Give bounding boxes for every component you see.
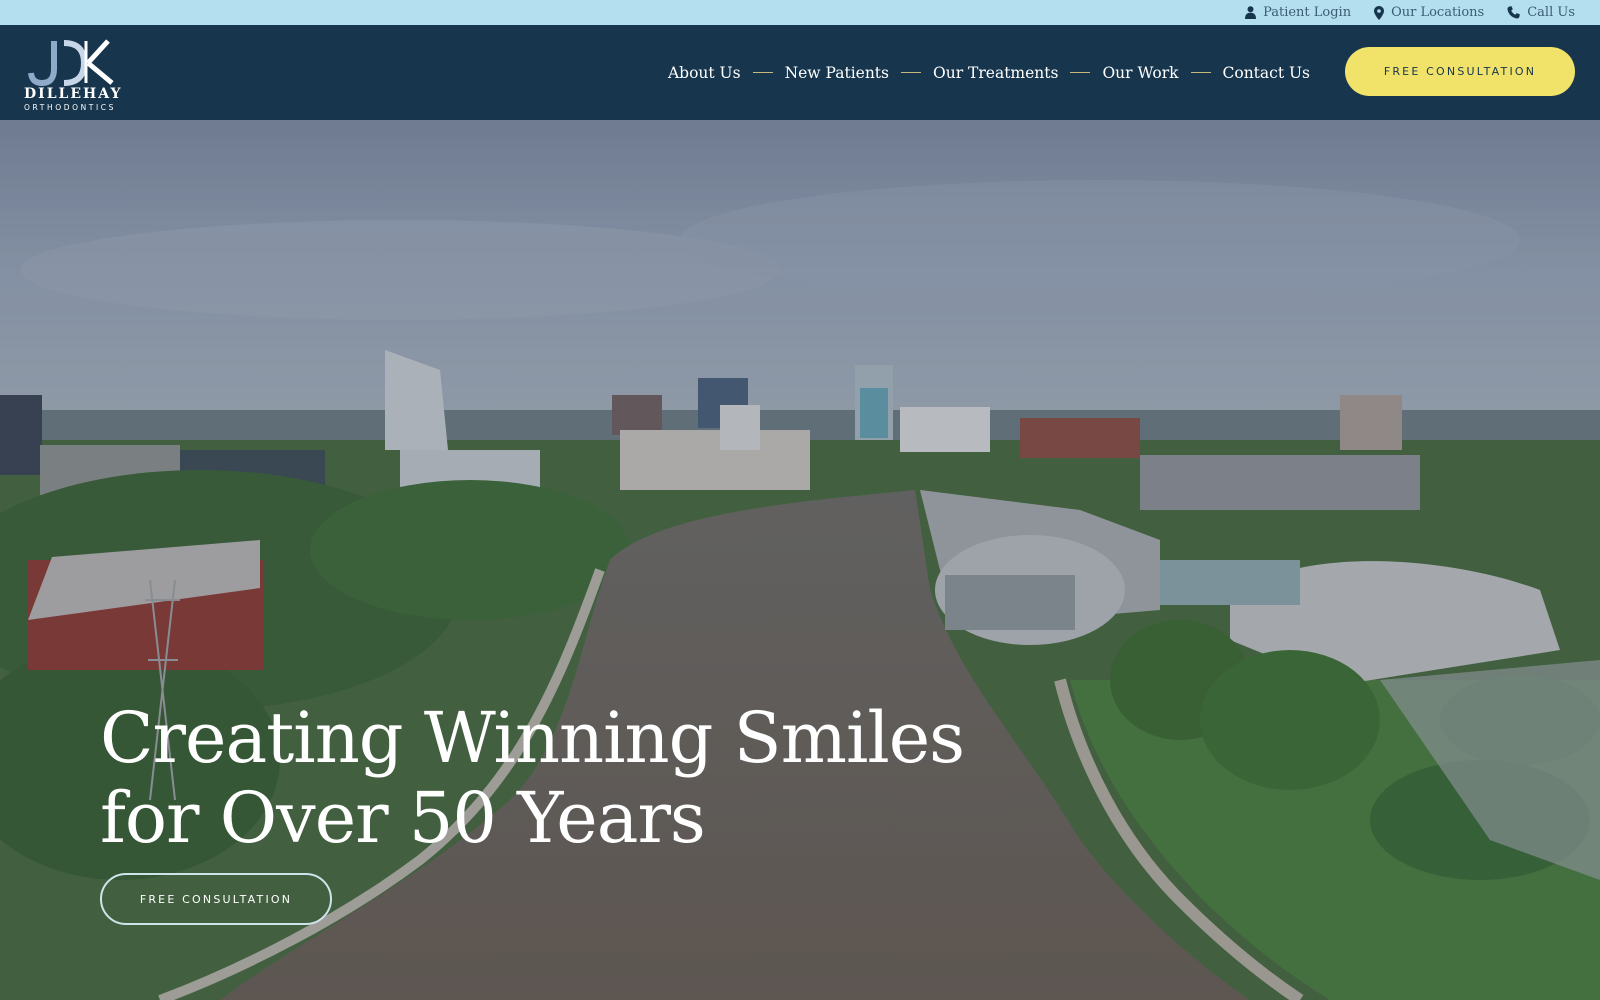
our-locations-label: Our Locations bbox=[1391, 5, 1485, 20]
nav-separator bbox=[901, 72, 921, 73]
user-icon bbox=[1245, 6, 1257, 19]
phone-icon bbox=[1507, 6, 1521, 19]
nav-separator bbox=[752, 72, 773, 73]
hero: Creating Winning Smiles for Over 50 Year… bbox=[0, 120, 1600, 1000]
call-us-label: Call Us bbox=[1527, 5, 1575, 20]
nav-our-work[interactable]: Our Work bbox=[1102, 64, 1178, 82]
our-locations-link[interactable]: Our Locations bbox=[1374, 5, 1484, 20]
logo-name: DILLEHAY bbox=[24, 86, 123, 102]
utility-bar: Patient Login Our Locations Call Us bbox=[0, 0, 1600, 25]
patient-login-label: Patient Login bbox=[1263, 5, 1352, 20]
map-pin-icon bbox=[1374, 5, 1385, 20]
call-us-link[interactable]: Call Us bbox=[1507, 5, 1575, 20]
hero-overlay bbox=[0, 120, 1600, 1000]
hero-title-line-1: Creating Winning Smiles bbox=[100, 697, 965, 779]
patient-login-link[interactable]: Patient Login bbox=[1245, 5, 1351, 20]
main-header: DILLEHAY ORTHODONTICS About Us New Patie… bbox=[0, 25, 1600, 120]
main-nav: About Us New Patients Our Treatments Our… bbox=[668, 25, 1310, 120]
logo[interactable]: DILLEHAY ORTHODONTICS bbox=[24, 39, 124, 112]
hero-title: Creating Winning Smiles for Over 50 Year… bbox=[100, 698, 1000, 858]
nav-separator bbox=[1070, 72, 1091, 73]
jdk-monogram bbox=[28, 39, 114, 87]
hero-title-line-2: for Over 50 Years bbox=[100, 777, 706, 859]
hero-free-consultation-button[interactable]: FREE CONSULTATION bbox=[100, 873, 332, 925]
nav-new-patients[interactable]: New Patients bbox=[785, 64, 889, 82]
nav-about-us[interactable]: About Us bbox=[668, 64, 741, 82]
nav-our-treatments[interactable]: Our Treatments bbox=[933, 64, 1058, 82]
nav-contact-us[interactable]: Contact Us bbox=[1223, 64, 1311, 82]
logo-tagline: ORTHODONTICS bbox=[24, 103, 116, 112]
free-consultation-button[interactable]: FREE CONSULTATION bbox=[1345, 47, 1575, 96]
nav-separator bbox=[1190, 72, 1211, 73]
